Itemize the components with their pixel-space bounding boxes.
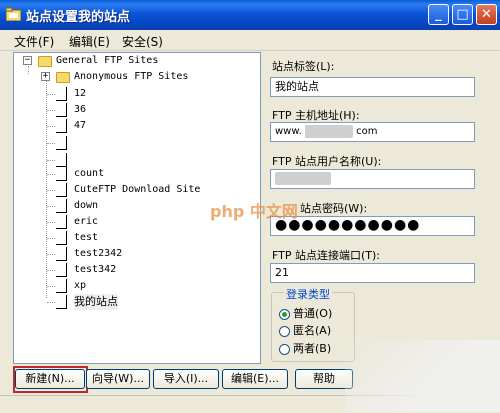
tree-site-label: 12 — [74, 88, 87, 99]
tree-site-label: test342 — [74, 264, 117, 275]
folder-icon — [56, 72, 70, 83]
username-input[interactable] — [270, 169, 475, 189]
radio-icon — [279, 343, 290, 355]
site-icon — [56, 183, 67, 197]
radio-selected-icon — [279, 308, 290, 320]
site-label-input[interactable]: 我的站点 — [270, 77, 475, 97]
tree-site-row[interactable]: test2342 — [14, 246, 260, 262]
host-address-caption: FTP 主机地址(H): — [272, 109, 360, 122]
site-label-caption: 站点标签(L): — [272, 60, 335, 73]
tree-root-row[interactable]: − General FTP Sites — [14, 53, 260, 69]
site-icon — [56, 199, 67, 213]
site-icon — [56, 279, 67, 293]
radio-normal[interactable]: 普通(O) — [279, 305, 332, 321]
radio-anonymous-label: 匿名(A) — [293, 324, 332, 337]
tree-site-row[interactable]: xp — [14, 278, 260, 294]
title-bar[interactable]: 站点设置我的站点 _ □ ✕ — [0, 0, 500, 30]
tree-site-label: down — [74, 200, 99, 211]
tree-site-row[interactable]: count — [14, 166, 260, 182]
radio-icon — [279, 325, 290, 337]
site-icon — [56, 153, 67, 167]
host-prefix: www. — [275, 126, 302, 137]
username-caption: FTP 站点用户名称(U): — [272, 155, 382, 168]
tree-site-label: count — [74, 168, 105, 179]
tree-site-label: 47 — [74, 120, 87, 131]
menu-security[interactable]: 安全(S) — [122, 33, 163, 50]
expand-icon[interactable]: + — [41, 72, 50, 81]
host-suffix: com — [356, 126, 378, 137]
tree-site-row[interactable]: test342 — [14, 262, 260, 278]
port-input[interactable]: 21 — [270, 263, 475, 283]
site-icon — [56, 167, 67, 181]
folder-icon — [38, 56, 52, 67]
site-icon — [56, 103, 67, 117]
site-icon — [56, 136, 67, 150]
host-address-input[interactable]: www. com — [270, 122, 475, 142]
password-caption: 站点密码(W): — [300, 202, 368, 215]
tree-site-label: 我的站点 — [74, 294, 118, 310]
tree-site-row-selected[interactable]: 我的站点 — [14, 294, 260, 310]
site-icon — [56, 263, 67, 277]
new-button[interactable]: 新建(N)... — [15, 369, 85, 389]
tree-site-label: CuteFTP Download Site — [74, 184, 201, 195]
login-type-title: 登录类型 — [284, 286, 332, 302]
tree-folder-row[interactable]: + Anonymous FTP Sites — [14, 69, 260, 85]
menu-bar: 文件(F) 编辑(E) 安全(S) — [0, 30, 500, 51]
site-icon — [56, 119, 67, 133]
redacted-host — [304, 124, 353, 138]
site-icon — [56, 295, 67, 309]
site-icon — [56, 87, 67, 101]
window-title: 站点设置我的站点 — [26, 10, 131, 25]
menu-file[interactable]: 文件(F) — [14, 33, 54, 50]
password-input[interactable]: ●●●●●●●●●●● — [270, 216, 475, 236]
import-button[interactable]: 导入(I)... — [153, 369, 219, 389]
port-caption: FTP 站点连接端口(T): — [272, 249, 380, 262]
minimize-button[interactable]: _ — [428, 4, 449, 25]
tree-site-row[interactable]: 47 — [14, 118, 260, 134]
radio-anonymous[interactable]: 匿名(A) — [279, 322, 331, 338]
tree-site-row[interactable] — [14, 135, 260, 151]
site-icon — [56, 231, 67, 245]
folder-icon — [6, 7, 21, 21]
watermark-text: php 中文网 — [210, 202, 298, 221]
wizard-button[interactable]: 向导(W)... — [86, 369, 150, 389]
tree-site-label: 36 — [74, 104, 87, 115]
close-button[interactable]: ✕ — [476, 4, 497, 25]
menu-edit[interactable]: 编辑(E) — [69, 33, 110, 50]
tree-site-row[interactable]: 12 — [14, 86, 260, 102]
collapse-icon[interactable]: − — [23, 56, 32, 65]
tree-folder-label: Anonymous FTP Sites — [74, 71, 189, 82]
site-manager-window: 站点设置我的站点 _ □ ✕ 文件(F) 编辑(E) 安全(S) − Gener… — [0, 0, 500, 413]
tree-site-label: xp — [74, 280, 87, 291]
radio-normal-label: 普通(O) — [293, 307, 333, 320]
tree-site-label: test2342 — [74, 248, 123, 259]
corner-fade — [345, 340, 500, 412]
tree-root-label: General FTP Sites — [56, 55, 159, 66]
tree-site-row[interactable]: 36 — [14, 102, 260, 118]
redacted-username — [275, 171, 331, 185]
tree-site-label: test — [74, 232, 99, 243]
tree-site-row[interactable]: CuteFTP Download Site — [14, 182, 260, 198]
site-icon — [56, 247, 67, 261]
maximize-button[interactable]: □ — [452, 4, 473, 25]
radio-both-label: 两者(B) — [293, 342, 332, 355]
tree-site-label: eric — [74, 216, 99, 227]
radio-both[interactable]: 两者(B) — [279, 340, 331, 356]
edit-button[interactable]: 编辑(E)... — [222, 369, 288, 389]
tree-site-row[interactable]: test — [14, 230, 260, 246]
site-icon — [56, 215, 67, 229]
